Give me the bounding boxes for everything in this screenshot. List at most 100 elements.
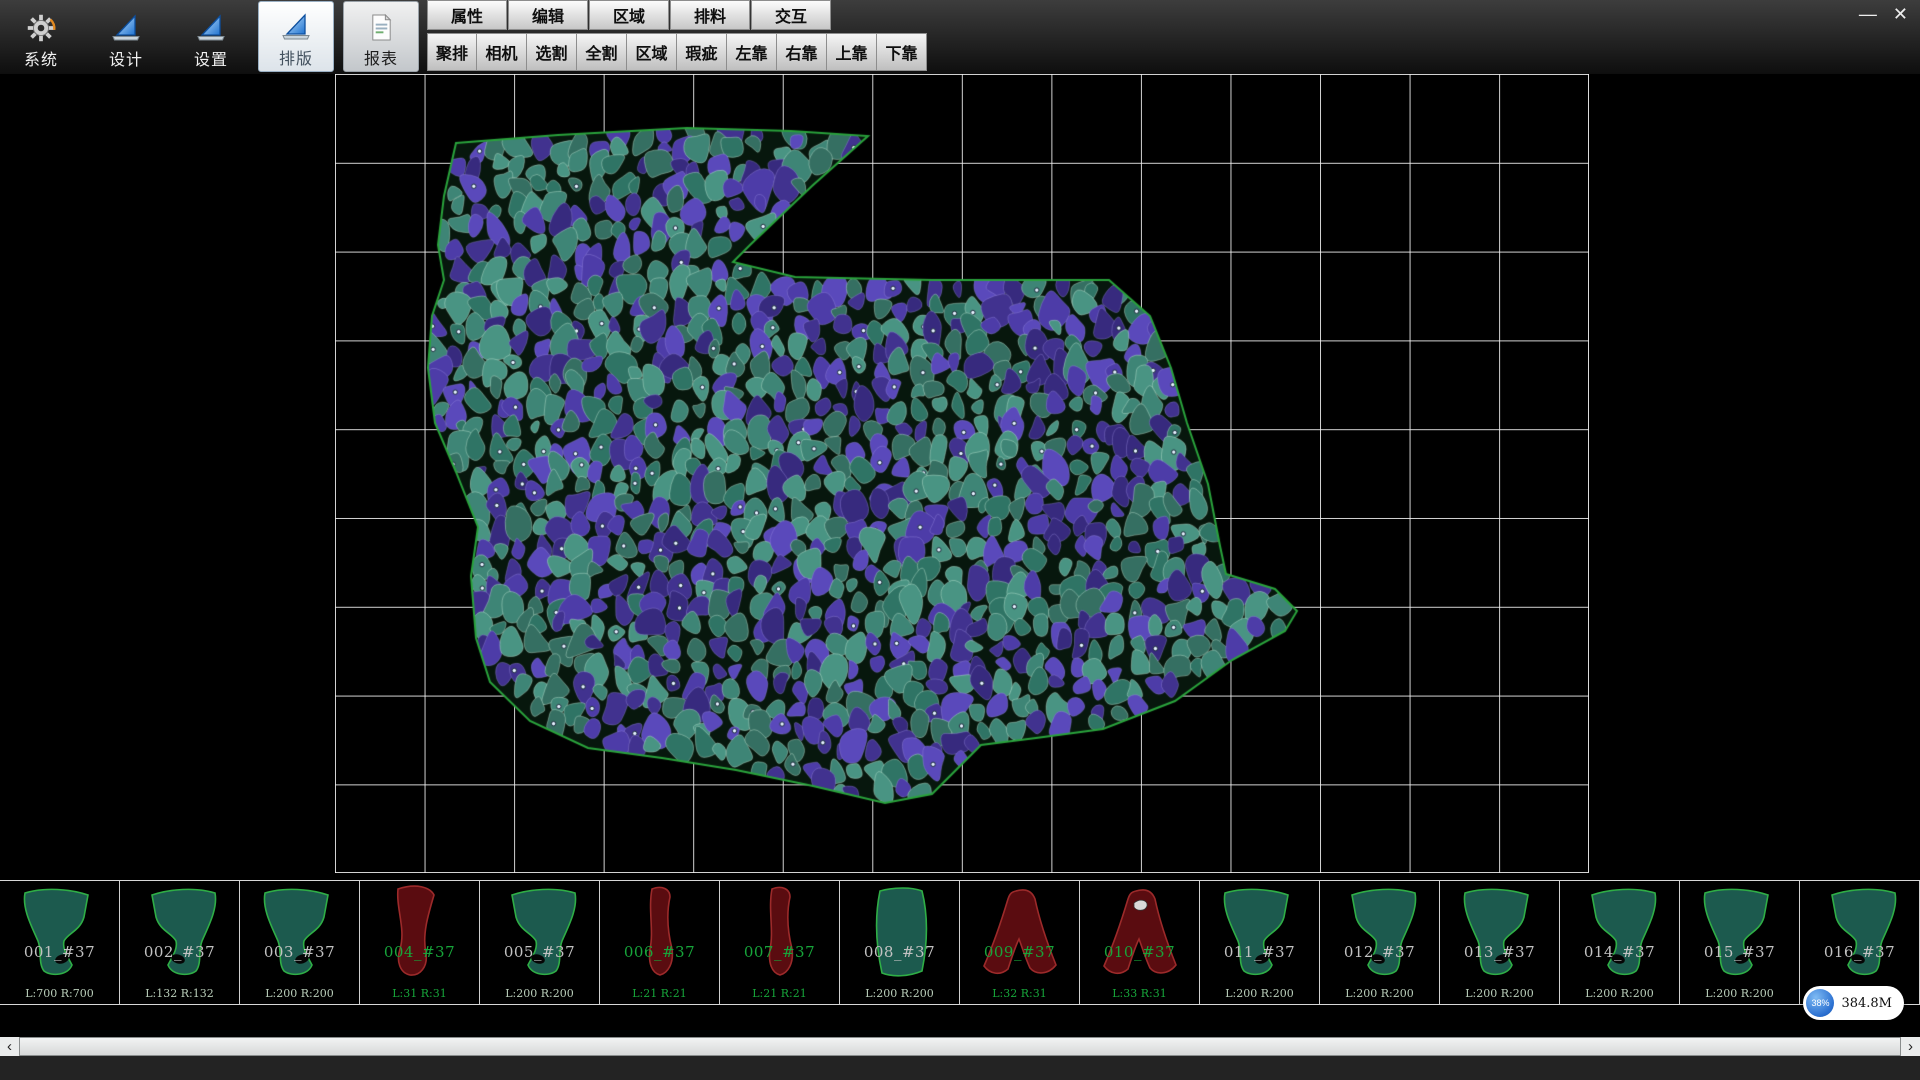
piece-thumbnail-name: 011_#37: [1200, 943, 1319, 961]
close-button[interactable]: ✕: [1893, 5, 1908, 23]
toolbar-button-layout[interactable]: 排版: [258, 1, 334, 72]
toolbar-button-design[interactable]: 设计: [88, 1, 164, 72]
piece-thumbnail[interactable]: 008_#37L:200 R:200: [840, 881, 960, 1004]
nesting-canvas-area[interactable]: [0, 74, 1920, 880]
menu-tabs-row: 属性编辑区域排料交互: [427, 0, 927, 30]
piece-thumbnail-lr: L:200 R:200: [480, 987, 599, 1000]
design-sail-icon: [110, 5, 142, 51]
tool-button-9[interactable]: 下靠: [877, 33, 927, 71]
piece-thumbnail-name: 007_#37: [720, 943, 839, 961]
piece-thumbnail[interactable]: 015_#37 L:200 R:200: [1680, 881, 1800, 1004]
piece-thumbnail[interactable]: 011_#37 L:200 R:200: [1200, 881, 1320, 1004]
piece-thumbnail-lr: L:31 R:31: [360, 987, 479, 1000]
piece-thumbnail-lr: L:32 R:31: [960, 987, 1079, 1000]
piece-thumbnail-strip: 001_#37L:700 R:700002_#37L:132 R:132003_…: [0, 880, 1920, 1005]
tool-button-7[interactable]: 右靠: [777, 33, 827, 71]
piece-thumbnail[interactable]: 003_#37 L:200 R:200: [240, 881, 360, 1004]
piece-shape-icon: [1570, 883, 1670, 983]
piece-shape-icon: [730, 883, 830, 983]
gear-icon: [24, 5, 58, 51]
tool-button-4[interactable]: 区域: [627, 33, 677, 71]
piece-thumbnail[interactable]: 005_#37 L:200 R:200: [480, 881, 600, 1004]
piece-thumbnail-lr: L:200 R:200: [1440, 987, 1559, 1000]
piece-thumbnail-lr: L:200 R:200: [240, 987, 359, 1000]
scrollbar-thumb[interactable]: [19, 1037, 1901, 1056]
piece-shape-icon: [10, 883, 110, 983]
piece-thumbnail-name: 009_#37: [960, 943, 1079, 961]
tool-button-8[interactable]: 上靠: [827, 33, 877, 71]
toolbar-button-settings[interactable]: 设置: [173, 1, 249, 72]
tool-button-0[interactable]: 聚排: [427, 33, 477, 71]
piece-thumbnail-name: 002_#37: [120, 943, 239, 961]
scroll-left-arrow-icon[interactable]: ‹: [0, 1037, 19, 1056]
piece-shape-icon: [1450, 883, 1550, 983]
toolbar-button-label: 系统: [24, 53, 58, 69]
piece-thumbnail-lr: L:33 R:31: [1080, 987, 1199, 1000]
tool-button-6[interactable]: 左靠: [727, 33, 777, 71]
piece-thumbnail-lr: L:200 R:200: [1200, 987, 1319, 1000]
piece-shape-icon: [1810, 883, 1910, 983]
settings-sail-icon: [195, 5, 227, 51]
piece-thumbnail-name: 012_#37: [1320, 943, 1439, 961]
window-controls: — ✕: [1859, 5, 1908, 23]
minimize-button[interactable]: —: [1859, 5, 1877, 23]
piece-thumbnail-lr: L:700 R:700: [0, 987, 119, 1000]
piece-thumbnail-lr: L:200 R:200: [1320, 987, 1439, 1000]
piece-shape-icon: [970, 883, 1070, 983]
piece-thumbnail[interactable]: 009_#37 L:32 R:31: [960, 881, 1080, 1004]
piece-thumbnail[interactable]: 010_#37 L:33 R:31: [1080, 881, 1200, 1004]
memory-value: 384.8M: [1841, 996, 1892, 1011]
piece-thumbnail[interactable]: 007_#37 L:21 R:21: [720, 881, 840, 1004]
menu-tab-4[interactable]: 交互: [751, 0, 831, 30]
hide-layout-canvas[interactable]: [0, 74, 1920, 880]
piece-thumbnail-name: 008_#37: [840, 943, 959, 961]
menu-tab-1[interactable]: 编辑: [508, 0, 588, 30]
horizontal-scrollbar[interactable]: ‹ ›: [0, 1037, 1920, 1056]
tool-button-1[interactable]: 相机: [477, 33, 527, 71]
piece-shape-icon: [1690, 883, 1790, 983]
piece-thumbnail-lr: L:132 R:132: [120, 987, 239, 1000]
piece-thumbnail-name: 004_#37: [360, 943, 479, 961]
piece-shape-icon: [1090, 883, 1190, 983]
piece-thumbnail-name: 005_#37: [480, 943, 599, 961]
piece-thumbnail[interactable]: 001_#37 L:700 R:700: [0, 881, 120, 1004]
piece-thumbnail-name: 014_#37: [1560, 943, 1679, 961]
menu-tab-0[interactable]: 属性: [427, 0, 507, 30]
piece-thumbnail[interactable]: 013_#37 L:200 R:200: [1440, 881, 1560, 1004]
report-document-icon: [368, 4, 395, 50]
piece-thumbnail-lr: L:21 R:21: [720, 987, 839, 1000]
piece-thumbnail[interactable]: 012_#37 L:200 R:200: [1320, 881, 1440, 1004]
piece-shape-icon: [250, 883, 350, 983]
piece-thumbnail[interactable]: 002_#37 L:132 R:132: [120, 881, 240, 1004]
piece-thumbnail-name: 001_#37: [0, 943, 119, 961]
piece-thumbnail-name: 013_#37: [1440, 943, 1559, 961]
toolbar-button-label: 排版: [279, 52, 313, 68]
menu-tab-3[interactable]: 排料: [670, 0, 750, 30]
tool-button-3[interactable]: 全割: [577, 33, 627, 71]
piece-shape-icon: [1210, 883, 1310, 983]
progress-badge: 38%: [1806, 989, 1834, 1017]
piece-thumbnail-name: 003_#37: [240, 943, 359, 961]
tool-button-5[interactable]: 瑕疵: [677, 33, 727, 71]
toolbar-button-report[interactable]: 报表: [343, 1, 419, 72]
tool-buttons-row: 聚排相机选割全割区域瑕疵左靠右靠上靠下靠: [427, 33, 927, 71]
piece-thumbnail[interactable]: 006_#37 L:21 R:21: [600, 881, 720, 1004]
piece-thumbnail-name: 015_#37: [1680, 943, 1799, 961]
piece-shape-icon: [370, 883, 470, 983]
menu-tab-2[interactable]: 区域: [589, 0, 669, 30]
layout-sail-icon: [280, 4, 312, 50]
piece-thumbnail-lr: L:200 R:200: [1680, 987, 1799, 1000]
piece-thumbnail[interactable]: 014_#37 L:200 R:200: [1560, 881, 1680, 1004]
main-toolbar: 系统设计设置排版报表 属性编辑区域排料交互 聚排相机选割全割区域瑕疵左靠右靠上靠…: [0, 0, 1920, 74]
piece-thumbnail-name: 016_#37: [1800, 943, 1919, 961]
toolbar-button-system[interactable]: 系统: [3, 1, 79, 72]
piece-thumbnail-name: 010_#37: [1080, 943, 1199, 961]
piece-thumbnail-lr: L:21 R:21: [600, 987, 719, 1000]
piece-thumbnail-lr: L:200 R:200: [1560, 987, 1679, 1000]
piece-thumbnail[interactable]: 004_#37 L:31 R:31: [360, 881, 480, 1004]
piece-shape-icon: [490, 883, 590, 983]
piece-shape-icon: [850, 883, 950, 983]
scroll-right-arrow-icon[interactable]: ›: [1901, 1037, 1920, 1056]
tool-button-2[interactable]: 选割: [527, 33, 577, 71]
piece-thumbnail-name: 006_#37: [600, 943, 719, 961]
